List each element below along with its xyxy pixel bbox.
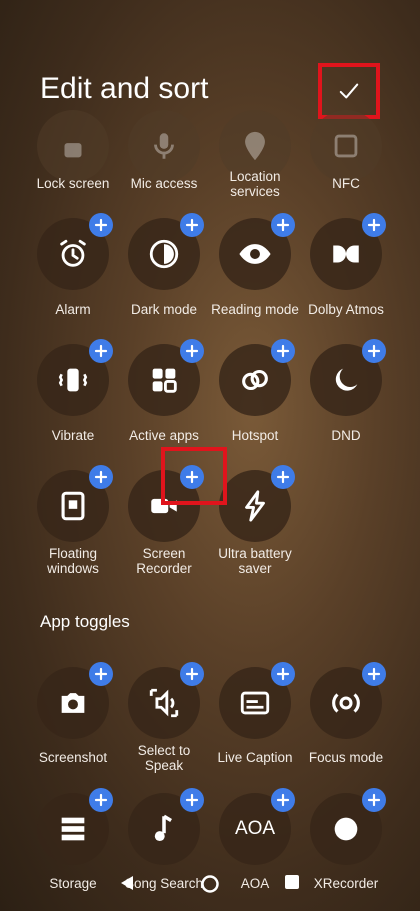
tile-label: Live Caption [217,750,293,765]
add-tile-button[interactable] [89,339,113,363]
add-tile-button[interactable] [271,339,295,363]
tile-label: Location services [229,169,281,199]
tile-label: Dolby Atmos [308,302,384,317]
lock-screen-icon [37,110,109,182]
tile-label: Screen Recorder [136,546,192,576]
nfc-icon [310,110,382,182]
recents-button[interactable] [284,874,300,895]
add-tile-button[interactable] [271,662,295,686]
tile-label: Hotspot [231,428,279,443]
home-button[interactable] [200,874,220,899]
add-tile-button[interactable] [362,662,386,686]
add-tile-button[interactable] [362,788,386,812]
highlight-box [161,447,227,505]
recents-icon [285,875,299,889]
tile-label: Focus mode [308,750,384,765]
add-tile-button[interactable] [271,788,295,812]
tile-label: DND [331,428,361,443]
add-tile-button[interactable] [180,339,204,363]
tile-label: Alarm [55,302,91,317]
tile-label: Floating windows [47,546,99,576]
tile-label: Screenshot [38,750,108,765]
add-tile-button[interactable] [271,213,295,237]
add-tile-button[interactable] [180,662,204,686]
add-tile-button[interactable] [362,213,386,237]
add-tile-button[interactable] [89,662,113,686]
tile-label: Reading mode [211,302,299,317]
app-toggles-title: App toggles [40,612,130,631]
add-tile-button[interactable] [89,213,113,237]
add-tile-button[interactable] [180,213,204,237]
back-button[interactable] [118,874,136,897]
tile-label: NFC [332,176,360,191]
back-icon [121,876,133,890]
header: Edit and sort [0,0,420,125]
add-tile-button[interactable] [89,465,113,489]
tile-label: Dark mode [130,302,198,317]
tile-label: Active apps [129,428,199,443]
check-icon [339,83,359,99]
aoa-icon-text: AOA [234,818,276,839]
tile-label: Vibrate [51,428,95,443]
add-tile-button[interactable] [271,465,295,489]
tile-label: Select to Speak [137,743,191,773]
add-tile-button[interactable] [89,788,113,812]
add-tile-button[interactable] [180,788,204,812]
tile-label: Ultra battery saver [218,546,292,576]
home-icon [201,875,219,893]
page-title: Edit and sort [40,72,209,105]
navigation-bar [0,870,420,900]
mic-icon [128,110,200,182]
tile-label: Lock screen [36,176,110,191]
tile-label: Mic access [130,176,198,191]
add-tile-button[interactable] [362,339,386,363]
